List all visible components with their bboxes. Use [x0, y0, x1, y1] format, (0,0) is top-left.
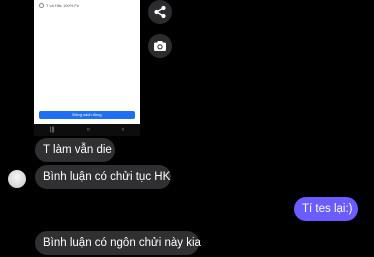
screenshot-list-row: T và Hắc 100% Fe — [39, 3, 80, 9]
home-icon: ○ — [86, 127, 91, 133]
share-icon — [154, 5, 166, 19]
screenshot-row-text: T và Hắc 100% Fe — [46, 3, 80, 8]
screenshot-app-screen: T và Hắc 100% Fe Đăng sách đồng — [34, 0, 140, 124]
camera-icon — [154, 41, 166, 51]
back-icon: ‹ — [122, 127, 125, 133]
message-bubble-outgoing[interactable]: Tí tes lại:) — [294, 197, 358, 221]
message-bubble[interactable]: Bình luận có ngôn chửi này kia — [35, 231, 201, 255]
camera-button[interactable] — [148, 34, 172, 58]
message-bubble[interactable]: T làm vẫn die — [35, 138, 115, 162]
radio-icon — [39, 3, 44, 9]
share-button[interactable] — [148, 0, 172, 24]
message-bubble[interactable]: Bình luận có chửi tục HK — [35, 165, 171, 189]
contact-avatar[interactable] — [8, 170, 26, 188]
screenshot-button: Đăng sách đồng — [39, 111, 135, 119]
recents-icon: ||| — [49, 127, 55, 133]
screenshot-android-nav: ||| ○ ‹ — [34, 124, 140, 136]
shared-screenshot-image[interactable]: T và Hắc 100% Fe Đăng sách đồng ||| ○ ‹ — [34, 0, 140, 136]
